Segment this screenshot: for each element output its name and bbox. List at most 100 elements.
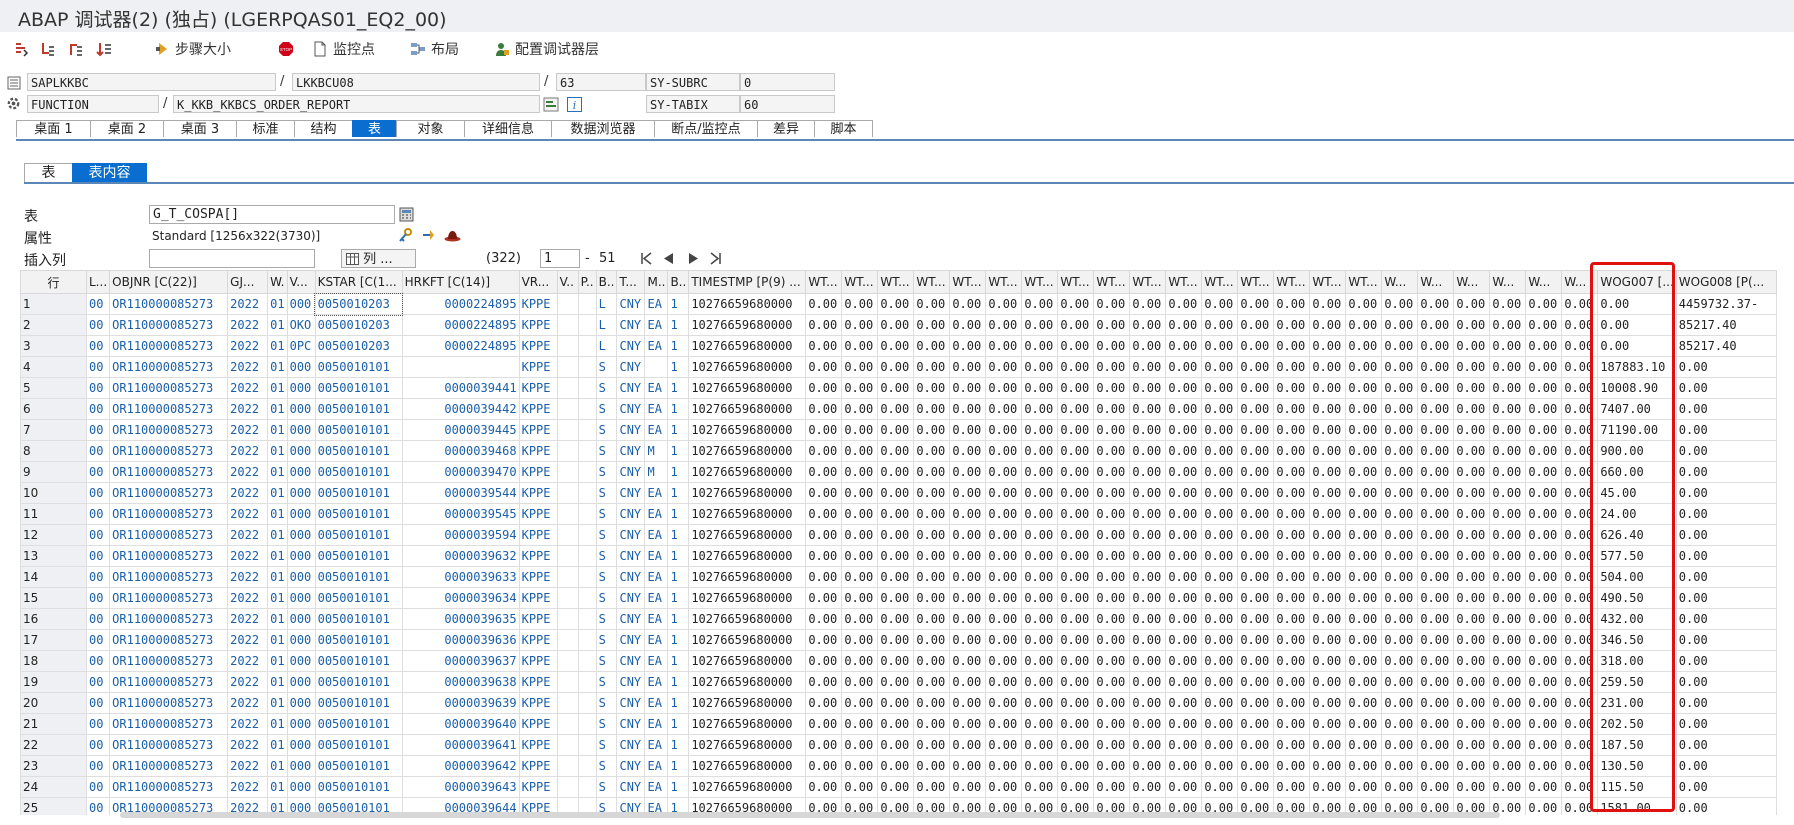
cell-wt[interactable]: 0.00 — [1273, 734, 1311, 756]
cell-wt[interactable]: 0.00 — [805, 566, 843, 588]
column-header[interactable]: WT... — [1021, 270, 1059, 294]
cell-vr[interactable]: KPPE — [518, 482, 558, 504]
cell-wt[interactable]: 0.00 — [877, 587, 915, 609]
cell-wt[interactable]: 0.00 — [913, 524, 951, 546]
cell-vr[interactable]: KPPE — [518, 608, 558, 630]
cell-wt[interactable]: 0.00 — [1273, 587, 1311, 609]
cell-ts[interactable]: 10276659680000 — [688, 461, 807, 483]
cell-gj[interactable]: 2022 — [227, 314, 269, 336]
cell-wt[interactable]: 0.00 — [1057, 776, 1095, 798]
cell-wt[interactable]: 0.00 — [1309, 566, 1347, 588]
cell-wt[interactable]: 0.00 — [1093, 377, 1131, 399]
cell-m[interactable]: M — [644, 461, 669, 483]
cell-b2[interactable]: 1 — [667, 503, 690, 525]
cell-t[interactable]: CNY — [616, 587, 646, 609]
cell-gj[interactable]: 2022 — [227, 650, 269, 672]
cell-hrkft[interactable]: 0000039637 — [401, 650, 520, 672]
cell-b[interactable]: L — [595, 335, 618, 357]
cell-n[interactable]: 10 — [20, 482, 87, 504]
cell-wt[interactable]: 0.00 — [1093, 419, 1131, 441]
cell-wt[interactable]: 0.00 — [1273, 440, 1311, 462]
cell[interactable] — [556, 650, 579, 672]
cell-wt[interactable]: 0.00 — [1057, 356, 1095, 378]
cell-wt[interactable]: 0.00 — [1381, 524, 1419, 546]
cell-m[interactable]: EA — [644, 314, 669, 336]
cell-wog7[interactable]: 7407.00 — [1597, 398, 1677, 420]
cell-v[interactable]: 000 — [286, 356, 316, 378]
cell-wt[interactable]: 0.00 — [1021, 608, 1059, 630]
cell-wt[interactable]: 0.00 — [1525, 482, 1563, 504]
cell-wt[interactable]: 0.00 — [1201, 566, 1239, 588]
cell[interactable] — [577, 335, 597, 357]
cell-wt[interactable]: 0.00 — [1057, 545, 1095, 567]
cell-l[interactable]: 00 — [85, 398, 111, 420]
cell-wt[interactable]: 0.00 — [1021, 545, 1059, 567]
cell[interactable] — [556, 755, 579, 777]
cell-l[interactable]: 00 — [85, 377, 111, 399]
cell-wt[interactable]: 0.00 — [1273, 629, 1311, 651]
cell-wt[interactable]: 0.00 — [877, 524, 915, 546]
cell-wt[interactable]: 0.00 — [1057, 524, 1095, 546]
cell[interactable] — [577, 461, 597, 483]
cell-wt[interactable]: 0.00 — [1525, 587, 1563, 609]
cell-wt[interactable]: 0.00 — [1165, 608, 1203, 630]
cell-wt[interactable]: 0.00 — [985, 671, 1023, 693]
tab-script[interactable]: 脚本 — [814, 120, 873, 137]
cell-wt[interactable]: 0.00 — [877, 566, 915, 588]
cell-wt[interactable]: 0.00 — [1057, 692, 1095, 714]
cell-wt[interactable]: 0.00 — [1561, 692, 1599, 714]
cell-wt[interactable]: 0.00 — [1093, 335, 1131, 357]
cell-wt[interactable]: 0.00 — [1165, 692, 1203, 714]
cell-wt[interactable]: 0.00 — [949, 755, 987, 777]
cell-wt[interactable]: 0.00 — [1021, 755, 1059, 777]
cell[interactable] — [577, 419, 597, 441]
cell-wt[interactable]: 0.00 — [1273, 713, 1311, 735]
cell-wt[interactable]: 0.00 — [949, 398, 987, 420]
columns-button[interactable]: 列 ... — [341, 249, 416, 268]
cell-wt[interactable]: 0.00 — [1417, 671, 1455, 693]
cell-wt[interactable]: 0.00 — [1489, 419, 1527, 441]
cell-wt[interactable]: 0.00 — [805, 734, 843, 756]
cell-vr[interactable]: KPPE — [518, 545, 558, 567]
cell-wt[interactable]: 0.00 — [1237, 440, 1275, 462]
cell-t[interactable]: CNY — [616, 461, 646, 483]
cell-b[interactable]: S — [595, 419, 618, 441]
cell-m[interactable]: EA — [644, 503, 669, 525]
cell-w[interactable]: 01 — [267, 692, 288, 714]
cell-v[interactable]: 000 — [286, 440, 316, 462]
cell-m[interactable]: EA — [644, 734, 669, 756]
cell-gj[interactable]: 2022 — [227, 629, 269, 651]
cell-wt[interactable]: 0.00 — [1237, 692, 1275, 714]
horizontal-scrollbar[interactable] — [120, 812, 1500, 818]
cell-objnr[interactable]: OR110000085273 — [109, 503, 229, 525]
cell-l[interactable]: 00 — [85, 314, 111, 336]
cell-wt[interactable]: 0.00 — [913, 293, 951, 315]
cell-wt[interactable]: 0.00 — [877, 440, 915, 462]
column-header[interactable]: 行 — [20, 270, 87, 294]
cell-wt[interactable]: 0.00 — [877, 671, 915, 693]
cell-ts[interactable]: 10276659680000 — [688, 524, 807, 546]
column-header[interactable]: WT... — [1237, 270, 1275, 294]
cell-wog7[interactable]: 45.00 — [1597, 482, 1677, 504]
cell-l[interactable]: 00 — [85, 734, 111, 756]
cell-wt[interactable]: 0.00 — [805, 356, 843, 378]
cell-wt[interactable]: 0.00 — [1021, 692, 1059, 714]
table-row[interactable]: 13 00 OR110000085273 2022 01 000 0050010101 000… — [20, 545, 1777, 567]
cell-ts[interactable]: 10276659680000 — [688, 692, 807, 714]
cell-wt[interactable]: 0.00 — [1057, 293, 1095, 315]
cell-w[interactable]: 01 — [267, 608, 288, 630]
cell-v[interactable]: 000 — [286, 776, 316, 798]
cell-wt[interactable]: 0.00 — [805, 713, 843, 735]
cell-n[interactable]: 4 — [20, 356, 87, 378]
cell-wt[interactable]: 0.00 — [1525, 524, 1563, 546]
cell-wt[interactable]: 0.00 — [1129, 776, 1167, 798]
cell-b2[interactable]: 1 — [667, 545, 690, 567]
cell[interactable] — [577, 650, 597, 672]
cell-wt[interactable]: 0.00 — [1093, 734, 1131, 756]
cell-v[interactable]: 000 — [286, 734, 316, 756]
cell-wt[interactable]: 0.00 — [1201, 356, 1239, 378]
first-page-icon[interactable] — [640, 252, 652, 265]
cell-wt[interactable]: 0.00 — [1417, 608, 1455, 630]
cell-kstar[interactable]: 0050010101 — [314, 545, 403, 567]
cell[interactable] — [577, 629, 597, 651]
